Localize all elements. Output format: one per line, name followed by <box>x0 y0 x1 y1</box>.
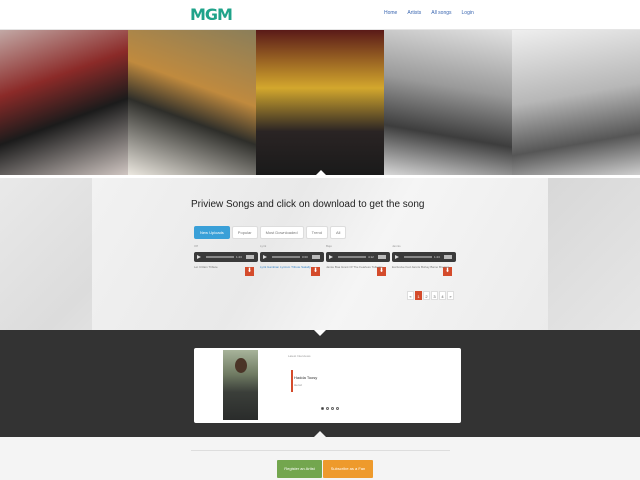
play-icon[interactable] <box>395 255 399 259</box>
nav-home[interactable]: Home <box>384 10 397 16</box>
hero-panel-4 <box>384 30 512 175</box>
download-icon[interactable]: ⬇ <box>377 267 386 276</box>
pager-page-1[interactable]: 1 <box>415 291 422 300</box>
tab-most-downloaded[interactable]: Most Downloaded <box>259 226 304 239</box>
tab-popular[interactable]: Popular <box>231 226 258 239</box>
track-item: Lyrik 0:00 Lyrik Gambian Lyricsm Tribute… <box>260 244 324 276</box>
site-logo[interactable]: MGM <box>190 5 233 24</box>
download-icon[interactable]: ⬇ <box>245 267 254 276</box>
song-accent-line <box>291 370 293 392</box>
footer-divider <box>191 450 450 451</box>
nav-login[interactable]: Login <box>462 10 474 16</box>
track-item: Jannis 1:23 Exclusive Fed Jannis Bohay B… <box>392 244 456 276</box>
track-title: Lyrik <box>260 244 267 248</box>
featured-card: Latest Interviews Hadda Toosy Heroz <box>194 348 461 423</box>
hero-panel-5 <box>512 30 640 175</box>
featured-song-name[interactable]: Hadda Toosy <box>294 375 317 380</box>
download-icon[interactable]: ⬇ <box>443 267 452 276</box>
hero-notch <box>316 170 326 175</box>
featured-label: Latest Interviews <box>288 354 311 358</box>
seek-bar[interactable] <box>404 256 432 258</box>
tab-new-uploads[interactable]: New Uploads <box>194 226 230 239</box>
featured-song-artist: Heroz <box>294 383 303 387</box>
audio-player[interactable]: 0:00 <box>260 252 324 262</box>
hero-panel-3 <box>256 30 384 175</box>
subscribe-fan-button[interactable]: Subscribe as a Fan <box>323 460 373 478</box>
nav-links: Home Artists All songs Login <box>384 10 474 16</box>
carousel-dot[interactable] <box>326 407 329 410</box>
track-time: 1:23 <box>236 255 242 259</box>
pagination: « 1 2 3 4 » <box>407 291 454 300</box>
carousel-dot[interactable] <box>331 407 334 410</box>
play-icon[interactable] <box>197 255 201 259</box>
track-list: Off 1:23 Let It Rain Tribute ⬇ Lyrik 0:0… <box>194 244 456 276</box>
top-navbar: MGM Home Artists All songs Login <box>0 0 640 30</box>
section-notch-bottom <box>314 431 326 437</box>
audio-player[interactable]: 4:12 <box>326 252 390 262</box>
track-title: Off <box>194 244 198 248</box>
artist-photo <box>223 350 258 420</box>
play-icon[interactable] <box>263 255 267 259</box>
pager-page-4[interactable]: 4 <box>439 291 446 300</box>
volume-icon[interactable] <box>312 255 320 259</box>
carousel-dots <box>321 407 339 410</box>
track-title: Bajo <box>326 244 333 248</box>
register-artist-button[interactable]: Register an Artist <box>277 460 322 478</box>
track-time: 0:00 <box>302 255 308 259</box>
nav-all-songs[interactable]: All songs <box>431 10 451 16</box>
nav-artists[interactable]: Artists <box>407 10 421 16</box>
track-item: Bajo 4:12 Jamie Boa Grant Of The Fearles… <box>326 244 390 276</box>
pager-page-3[interactable]: 3 <box>431 291 438 300</box>
seek-bar[interactable] <box>272 256 300 258</box>
track-item: Off 1:23 Let It Rain Tribute ⬇ <box>194 244 258 276</box>
seek-bar[interactable] <box>338 256 366 258</box>
songs-heading: Priview Songs and click on download to g… <box>191 199 425 210</box>
pager-page-2[interactable]: 2 <box>423 291 430 300</box>
section-notch-top <box>314 330 326 336</box>
tab-trend[interactable]: Trend <box>305 226 328 239</box>
volume-icon[interactable] <box>444 255 452 259</box>
song-tabs: New Uploads Popular Most Downloaded Tren… <box>194 226 347 239</box>
hero-panel-2 <box>128 30 256 175</box>
carousel-dot[interactable] <box>336 407 339 410</box>
play-icon[interactable] <box>329 255 333 259</box>
pager-next[interactable]: » <box>447 291 454 300</box>
hero-banner <box>0 30 640 175</box>
download-icon[interactable]: ⬇ <box>311 267 320 276</box>
track-time: 4:12 <box>368 255 374 259</box>
seek-bar[interactable] <box>206 256 234 258</box>
audio-player[interactable]: 1:23 <box>392 252 456 262</box>
track-title: Jannis <box>392 244 401 248</box>
pager-prev[interactable]: « <box>407 291 414 300</box>
volume-icon[interactable] <box>246 255 254 259</box>
artist-photo-head <box>235 358 247 373</box>
volume-icon[interactable] <box>378 255 386 259</box>
audio-player[interactable]: 1:23 <box>194 252 258 262</box>
track-time: 1:23 <box>434 255 440 259</box>
carousel-dot[interactable] <box>321 407 324 410</box>
tab-all[interactable]: All <box>329 226 347 239</box>
hero-panel-1 <box>0 30 128 175</box>
